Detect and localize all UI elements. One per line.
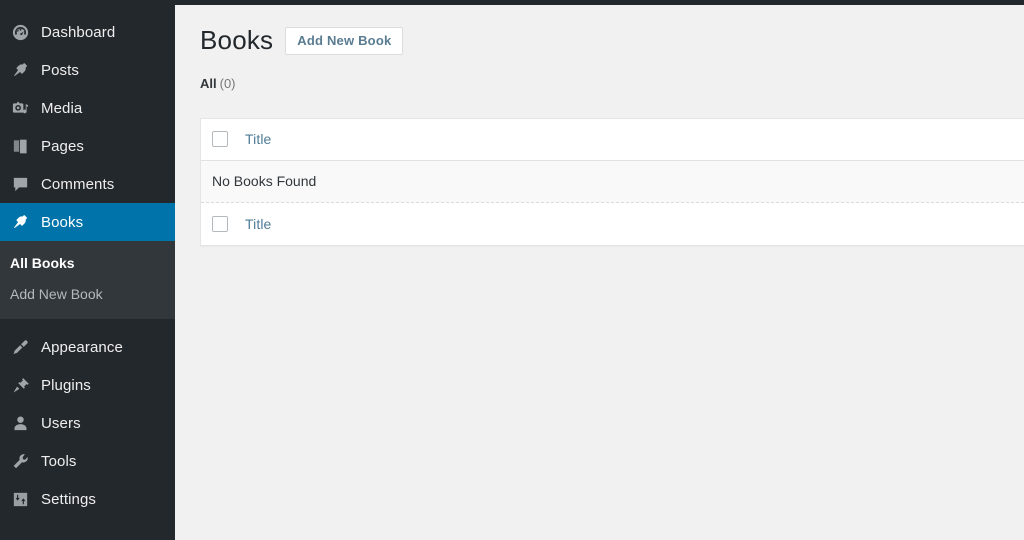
- active-menu-arrow-icon: [175, 214, 183, 230]
- column-footer-title[interactable]: Title: [239, 216, 1024, 232]
- media-icon: [10, 98, 30, 118]
- comments-icon: [10, 174, 30, 194]
- select-all-footer-cell: [201, 215, 239, 232]
- sidebar-subitem-add-new-book[interactable]: Add New Book: [0, 279, 175, 310]
- pages-icon: [10, 136, 30, 156]
- sidebar-item-label: Media: [41, 99, 83, 117]
- users-icon: [10, 413, 30, 433]
- filter-all-label[interactable]: All: [200, 76, 217, 91]
- filter-all[interactable]: All (0): [200, 76, 236, 91]
- sidebar-item-plugins[interactable]: Plugins: [0, 366, 175, 404]
- filter-all-count: (0): [219, 75, 236, 91]
- admin-menu: Dashboard Posts Media Pages Comments Boo…: [0, 0, 183, 518]
- wp-admin-screen: Dashboard Posts Media Pages Comments Boo…: [0, 0, 1024, 540]
- sidebar-item-comments[interactable]: Comments: [0, 165, 175, 203]
- table-header-row: Title: [201, 118, 1024, 161]
- select-all-footer-checkbox[interactable]: [212, 215, 228, 232]
- sidebar-item-users[interactable]: Users: [0, 404, 175, 442]
- sidebar-item-pages[interactable]: Pages: [0, 127, 175, 165]
- settings-icon: [10, 489, 30, 509]
- sidebar-item-settings[interactable]: Settings: [0, 480, 175, 518]
- dashboard-icon: [10, 22, 30, 42]
- pin-icon: [10, 60, 30, 80]
- sidebar-item-appearance[interactable]: Appearance: [0, 328, 175, 366]
- sidebar-item-label: Tools: [41, 452, 77, 470]
- sidebar-item-books[interactable]: Books: [0, 203, 183, 241]
- sidebar-item-label: Dashboard: [41, 23, 116, 41]
- sidebar-item-label: Users: [41, 414, 81, 432]
- sidebar-item-tools[interactable]: Tools: [0, 442, 175, 480]
- books-submenu: All Books Add New Book: [0, 241, 175, 319]
- page-header: Books Add New Book: [200, 15, 1024, 58]
- admin-bar: [0, 0, 1024, 5]
- sidebar-item-posts[interactable]: Posts: [0, 51, 175, 89]
- add-new-book-button[interactable]: Add New Book: [285, 26, 404, 55]
- appearance-icon: [10, 337, 30, 357]
- sidebar-item-label: Books: [41, 213, 84, 231]
- main-content: Books Add New Book All (0) Title No Books…: [175, 5, 1024, 540]
- sidebar-item-label: Pages: [41, 137, 85, 155]
- plugins-icon: [10, 375, 30, 395]
- page-title: Books: [200, 25, 274, 55]
- table-footer-row: Title: [201, 202, 1024, 245]
- sidebar-item-label: Comments: [41, 175, 115, 193]
- admin-sidebar: Dashboard Posts Media Pages Comments Boo…: [0, 0, 183, 540]
- sidebar-item-label: Posts: [41, 61, 80, 79]
- select-all-cell: [201, 131, 239, 148]
- menu-separator: [0, 319, 175, 328]
- sidebar-item-label: Settings: [41, 490, 96, 508]
- sidebar-item-label: Appearance: [41, 338, 123, 356]
- tools-icon: [10, 451, 30, 471]
- select-all-checkbox[interactable]: [212, 131, 228, 148]
- column-header-title[interactable]: Title: [239, 131, 1024, 147]
- empty-state-row: No Books Found: [201, 160, 1024, 203]
- status-filter-list: All (0): [200, 76, 1024, 91]
- sidebar-item-media[interactable]: Media: [0, 89, 175, 127]
- sidebar-item-dashboard[interactable]: Dashboard: [0, 13, 175, 51]
- pin-icon: [10, 212, 30, 232]
- books-list-table: Title No Books Found Title: [200, 117, 1024, 246]
- sidebar-item-label: Plugins: [41, 376, 91, 394]
- sidebar-subitem-all-books[interactable]: All Books: [0, 248, 175, 279]
